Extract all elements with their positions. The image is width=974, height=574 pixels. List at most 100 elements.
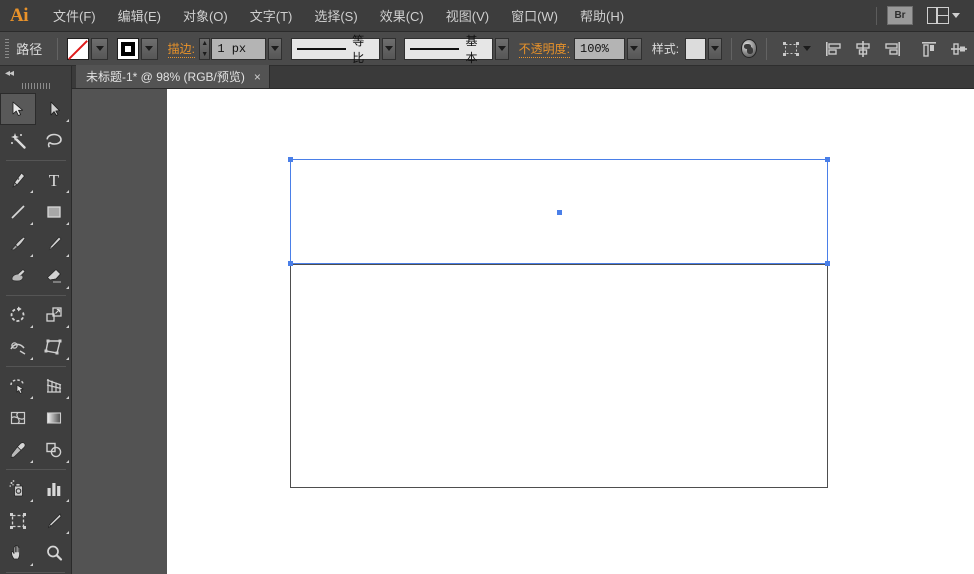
width-profile-select[interactable]: 等比 [290,34,380,65]
selected-path[interactable] [288,157,830,266]
menu-type[interactable]: 文字(T) [239,1,304,30]
align-center-horizontal-icon[interactable] [853,39,873,59]
fill-swatch-none-icon[interactable] [67,37,90,60]
gradient-tool[interactable] [36,402,72,434]
slice-tool[interactable] [36,505,72,537]
zoom-tool[interactable] [36,537,72,569]
transform-control[interactable] [776,39,812,59]
tools-grid: T [0,93,71,569]
brush-definition-dropdown-button[interactable] [494,37,510,60]
tool-group-indicator-icon [30,460,33,463]
stepper-down-icon[interactable]: ▼ [200,50,209,59]
tool-group-indicator-icon [66,119,69,122]
control-bar-grip[interactable] [5,38,10,59]
graphic-style-dropdown-button[interactable] [707,37,723,60]
opacity-input[interactable]: 100% [574,37,625,60]
selection-handle[interactable] [825,261,830,266]
brush-stroke-icon [409,47,460,50]
stroke-weight-dropdown-button[interactable] [267,37,283,60]
stepper-up-icon[interactable]: ▲ [200,39,209,48]
magic-wand-tool[interactable] [0,125,36,157]
menu-view[interactable]: 视图(V) [435,1,500,30]
document-tab[interactable]: 未标题-1* @ 98% (RGB/预览) × [76,65,270,88]
tool-group-indicator-icon [30,190,33,193]
hand-tool[interactable] [0,537,36,569]
direct-selection-tool[interactable] [36,93,72,125]
line-icon [11,205,25,219]
blob-brush-tool[interactable] [0,260,36,292]
tool-group-indicator-icon [30,563,33,566]
align-top-icon[interactable] [919,39,939,59]
width-profile-dropdown-button[interactable] [381,37,397,60]
artboard-icon [10,513,26,529]
artboard-tool[interactable] [0,505,36,537]
chevron-down-icon [145,46,154,51]
rotate-icon [10,306,25,322]
selection-handle[interactable] [288,157,293,162]
transform-icon[interactable] [781,39,801,59]
menu-file[interactable]: 文件(F) [42,1,107,30]
mesh-tool[interactable] [0,402,36,434]
stroke-weight-label: 描边: [167,41,196,58]
align-left-icon[interactable] [823,39,843,59]
blend-tool[interactable] [36,434,72,466]
fill-control[interactable] [67,37,109,60]
menu-effect[interactable]: 效果(C) [369,1,435,30]
menu-select[interactable]: 选择(S) [303,1,368,30]
type-tool[interactable]: T [36,164,72,196]
stroke-weight-stepper[interactable]: ▲ ▼ [199,37,211,60]
pencil-icon [48,236,62,251]
graphic-style-swatch[interactable] [685,37,706,60]
document-tab-bar: 未标题-1* @ 98% (RGB/预览) × [0,65,974,89]
canvas-area[interactable] [72,89,974,574]
line-segment-tool[interactable] [0,196,36,228]
menu-bar: Ai 文件(F) 编辑(E) 对象(O) 文字(T) 选择(S) 效果(C) 视… [0,0,974,32]
eraser-tool[interactable] [36,260,72,292]
selection-handle[interactable] [825,157,830,162]
bridge-button[interactable]: Br [887,6,913,25]
menu-edit[interactable]: 编辑(E) [107,1,172,30]
tool-group-indicator-icon [66,499,69,502]
lasso-icon [46,133,62,148]
selection-handle[interactable] [288,261,293,266]
lasso-tool[interactable] [36,125,72,157]
document-tab-title: 未标题-1* @ 98% (RGB/预览) [86,70,245,84]
menu-object[interactable]: 对象(O) [172,1,239,30]
selection-tool[interactable] [0,93,36,125]
opacity-dropdown-button[interactable] [626,37,642,60]
brush-definition-select[interactable]: 基本 [403,34,493,65]
free-transform-tool[interactable] [36,331,72,363]
collapse-panel-button[interactable]: ◂◂ [0,66,71,81]
chevron-down-icon [498,46,507,51]
recolor-artwork-icon[interactable] [741,39,758,58]
rectangle-tool[interactable] [36,196,72,228]
paintbrush-tool[interactable] [0,228,36,260]
align-middle-vertical-icon[interactable] [949,39,969,59]
slice-knife-icon [47,513,62,529]
column-graph-tool[interactable] [36,473,72,505]
symbol-sprayer-tool[interactable] [0,473,36,505]
chevron-down-icon [710,46,719,51]
stroke-dropdown-button[interactable] [140,37,158,60]
fill-dropdown-button[interactable] [91,37,109,60]
width-tool[interactable] [0,331,36,363]
pen-tool[interactable] [0,164,36,196]
menu-help[interactable]: 帮助(H) [569,1,635,30]
rotate-tool[interactable] [0,299,36,331]
stroke-weight-input[interactable]: 1 px [211,37,266,60]
tools-panel-grip[interactable] [21,83,50,89]
workspace-switcher[interactable] [927,7,960,24]
align-right-icon[interactable] [883,39,903,59]
chevron-down-icon[interactable] [803,46,812,51]
perspective-grid-tool[interactable] [36,370,72,402]
pencil-tool[interactable] [36,228,72,260]
shape-builder-tool[interactable] [0,370,36,402]
eyedropper-tool[interactable] [0,434,36,466]
tool-group-indicator-icon [30,222,33,225]
menu-window[interactable]: 窗口(W) [500,1,569,30]
column-graph-icon [47,483,61,496]
stroke-swatch-icon[interactable] [116,37,139,60]
close-icon[interactable]: × [254,71,261,83]
scale-tool[interactable] [36,299,72,331]
stroke-control[interactable] [116,37,158,60]
